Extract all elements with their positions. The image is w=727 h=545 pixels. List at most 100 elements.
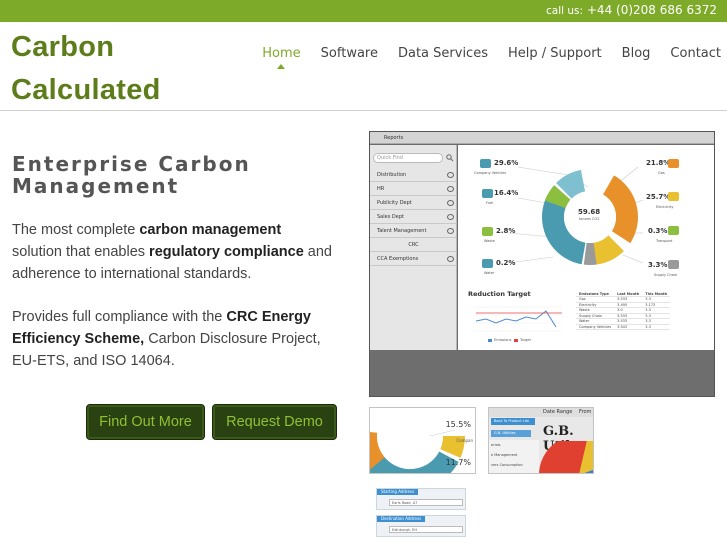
compliance-paragraph: Provides full compliance with the CRC En…	[12, 306, 332, 372]
stat-supply-chain: 3.3%	[648, 261, 668, 269]
thumbnail-utilities[interactable]: Date Range From Back To Product List G.B…	[488, 407, 594, 474]
sidebar-item-label: HR	[377, 186, 385, 192]
sidebar-item: Talent Management	[370, 225, 457, 238]
water-icon	[482, 259, 493, 268]
eye-icon	[447, 200, 454, 206]
stat-waste: 2.8%	[496, 227, 516, 235]
hero-title-line2: Management	[12, 174, 180, 198]
main-nav: Home Software Data Services Help / Suppo…	[242, 46, 721, 69]
destination-address-label: Destination Address	[377, 516, 426, 522]
car-icon	[480, 159, 491, 168]
table-cell: 3.543	[614, 324, 643, 330]
app-dashboard: 59.68 tonnes CO2 29.6% Company Vehicles …	[458, 145, 714, 350]
nav-help-support[interactable]: Help / Support	[508, 46, 602, 61]
top-bar: call us: +44 (0)208 686 6372	[0, 0, 727, 22]
stat-fuel: 16.4%	[494, 189, 519, 197]
phone-number[interactable]: +44 (0)208 686 6372	[587, 3, 717, 17]
app-sidebar: Quick Find Distribution HR Publicity Dep…	[370, 145, 457, 350]
reduction-target-title: Reduction Target	[468, 290, 531, 298]
stat-vehicles-label: Company Vehicles	[474, 171, 507, 175]
stat-electricity-label: Electricity	[656, 205, 674, 209]
emissions-table: Emissions Type Last Month This Month Gas…	[576, 291, 671, 330]
plug-icon	[668, 192, 679, 201]
stat-waste-label: Waste	[484, 239, 495, 243]
destination-address-input: Edinburgh, EH	[389, 526, 463, 533]
starting-address-field: Starting Address Earls Road, A7	[376, 488, 466, 510]
nav-contact[interactable]: Contact	[670, 46, 721, 61]
thumb-label-a: Compan	[456, 438, 473, 443]
thumb2-list-item: vers Consumption	[491, 463, 523, 467]
intro-paragraph: The most complete carbon management solu…	[12, 219, 332, 285]
request-demo-button[interactable]: Request Demo	[212, 404, 337, 440]
starting-address-label: Starting Address	[377, 489, 419, 495]
stat-transport-label: Transport	[656, 239, 673, 243]
call-us-label: call us:	[546, 5, 584, 17]
app-quick-find: Quick Find	[373, 153, 443, 163]
legend-target: Target	[520, 338, 531, 342]
donut-center-label: tonnes CO2	[579, 217, 600, 221]
stat-supply-chain-label: Supply Chain	[654, 273, 678, 277]
starting-address-input: Earls Road, A7	[389, 499, 463, 506]
thumb-pct-b: 11.7%	[445, 458, 471, 467]
donut-center-value: 59.68	[578, 208, 601, 216]
sidebar-item-label: Sales Dept	[377, 214, 404, 220]
destination-address-field: Destination Address Edinburgh, EH	[376, 515, 466, 537]
sidebar-item: Sales Dept	[370, 211, 457, 224]
recycle-icon	[482, 227, 493, 236]
thumbnail-donut[interactable]: 15.5% Compan 11.7%	[369, 407, 476, 474]
add-icon	[447, 256, 454, 262]
sidebar-item: CCA Exemptions	[370, 253, 457, 266]
eye-icon	[447, 186, 454, 192]
find-out-more-button[interactable]: Find Out More	[86, 404, 205, 440]
nav-home[interactable]: Home	[262, 46, 301, 69]
sidebar-item: Distribution	[370, 169, 457, 182]
eye-icon	[447, 214, 454, 220]
stat-fuel-label: Fuel	[486, 201, 494, 205]
intro-bold-regulatory-compliance: regulatory compliance	[149, 244, 304, 260]
sidebar-item-label: Publicity Dept	[377, 200, 412, 206]
table-row: Company Vehicles 3.543 3.3	[576, 324, 671, 330]
fuel-icon	[482, 189, 493, 198]
stat-water-label: Water	[484, 271, 495, 275]
nav-software[interactable]: Software	[321, 46, 378, 61]
sidebar-item-label: CRC	[408, 242, 419, 248]
logo-line2: Calculated	[11, 74, 161, 106]
thumb2-list-item: e Management	[491, 453, 518, 457]
nav-blog[interactable]: Blog	[622, 46, 651, 61]
logo-line1: Carbon	[11, 31, 115, 63]
reduction-target-chart	[474, 306, 562, 342]
thumb2-from: From	[579, 409, 592, 415]
app-bottom-panel	[370, 350, 714, 396]
intro-text-a: The most complete	[12, 222, 140, 238]
phone-contact[interactable]: call us: +44 (0)208 686 6372	[546, 3, 717, 17]
site-logo[interactable]: Carbon Calculated	[11, 26, 161, 112]
stat-gas-label: Gas	[658, 171, 665, 175]
thumb2-list-item: erials	[491, 443, 501, 447]
sidebar-item-label: Talent Management	[377, 228, 427, 234]
stat-water: 0.2%	[496, 259, 516, 267]
search-icon	[446, 154, 454, 162]
thumb-pct-a: 15.5%	[445, 420, 471, 429]
hero-title-line1: Enterprise Carbon	[12, 152, 251, 176]
hero-title: Enterprise Carbon Management	[12, 153, 332, 197]
legend-emissions: Emissions	[494, 338, 512, 342]
sidebar-item: HR	[370, 183, 457, 196]
table-cell: 3.3	[642, 324, 671, 330]
stat-gas: 21.8%	[646, 159, 671, 167]
compliance-text-a: Provides full compliance with the	[12, 309, 227, 325]
supply-chain-icon	[668, 260, 679, 269]
truck-icon	[668, 226, 679, 235]
nav-data-services[interactable]: Data Services	[398, 46, 488, 61]
thumb2-back-button: Back To Product List	[491, 418, 535, 425]
sidebar-item: CRC	[370, 239, 457, 252]
sidebar-item: Publicity Dept	[370, 197, 457, 210]
app-screenshot[interactable]: Reports Quick Find Distribution HR Publi…	[369, 131, 715, 397]
stat-transport: 0.3%	[648, 227, 668, 235]
thumb2-header: Date Range From	[489, 408, 593, 417]
stat-vehicles: 29.6%	[494, 159, 519, 167]
thumbnail-addresses[interactable]: Starting Address Earls Road, A7 Destinat…	[369, 484, 469, 542]
intro-text-c: solution that enables	[12, 244, 150, 260]
sidebar-item-label: CCA Exemptions	[377, 256, 419, 262]
flame-icon	[668, 159, 679, 168]
thumb2-list: erials e Management vers Consumption	[489, 440, 539, 473]
